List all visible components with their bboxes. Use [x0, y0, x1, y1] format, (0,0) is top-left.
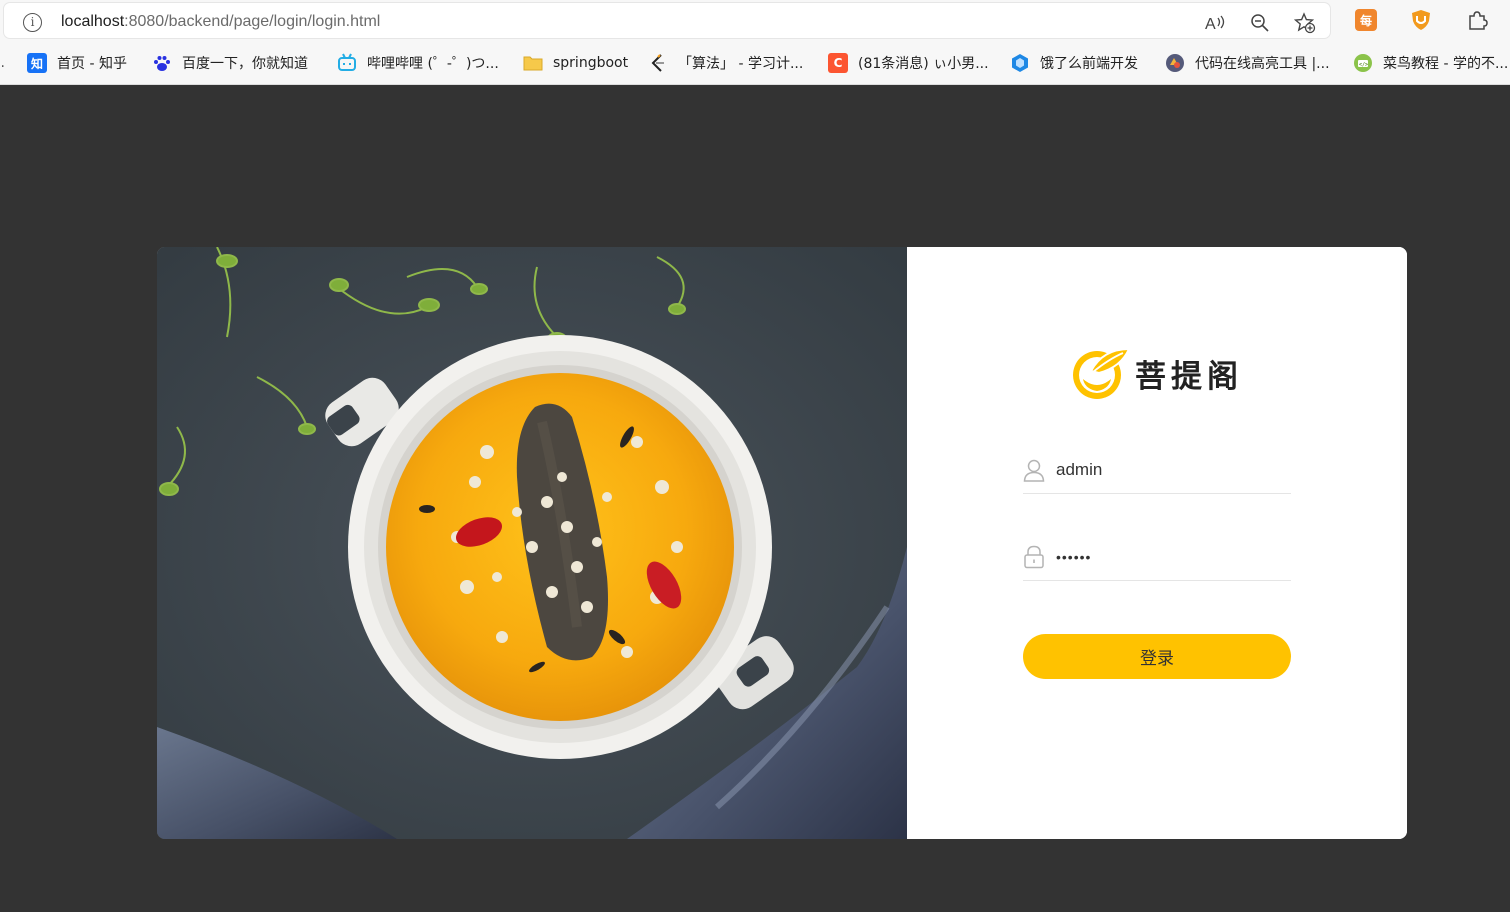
bookmark-code-highlight[interactable]: 代码在线高亮工具 |...: [1165, 52, 1330, 74]
eleme-icon: [1010, 53, 1030, 73]
username-input[interactable]: [1056, 460, 1276, 480]
url-path: :8080/backend/page/login/login.html: [124, 13, 381, 30]
bookmark-label: 哔哩哔哩 (゜-゜)つ...: [367, 56, 499, 72]
read-aloud-icon[interactable]: A: [1204, 12, 1226, 34]
extension-shield-icon[interactable]: [1410, 9, 1432, 31]
bookmark-eleme[interactable]: 饿了么前端开发: [1010, 52, 1138, 74]
url-host: localhost: [61, 13, 125, 30]
extensions-puzzle-icon[interactable]: [1466, 9, 1488, 31]
baidu-icon: [152, 53, 172, 73]
password-input[interactable]: [1056, 549, 1276, 565]
bookmarks-bar: .. 知 首页 - 知乎 百度一下，你就知道 哔哩哔哩 (゜-゜)つ... sp…: [0, 42, 1510, 85]
login-form-panel: 菩提阁 登录: [907, 247, 1407, 839]
bookmark-runoob[interactable]: </> 菜鸟教程 - 学的不...: [1353, 52, 1508, 74]
bookmark-label: springboot: [553, 55, 629, 71]
svg-text:</>: </>: [1359, 62, 1368, 68]
bookmark-label: 菜鸟教程 - 学的不...: [1383, 56, 1509, 72]
bookmark-zhihu[interactable]: 知 首页 - 知乎: [27, 52, 127, 74]
browser-address-bar: i localhost:8080/backend/page/login/logi…: [0, 0, 1510, 42]
bookmark-baidu[interactable]: 百度一下，你就知道: [152, 52, 308, 74]
bookmark-overflow[interactable]: ..: [0, 52, 5, 74]
url-input[interactable]: i localhost:8080/backend/page/login/logi…: [4, 3, 1330, 38]
bookmark-label: 百度一下，你就知道: [182, 56, 308, 72]
leetcode-icon: [648, 53, 668, 73]
login-button[interactable]: 登录: [1023, 634, 1291, 679]
favorite-add-icon[interactable]: [1294, 12, 1316, 34]
user-icon: [1023, 459, 1045, 482]
folder-icon: [523, 53, 543, 73]
bookmark-label: 首页 - 知乎: [57, 56, 127, 72]
brand-leaf-bowl-icon: [1073, 347, 1131, 399]
bookmark-label: 饿了么前端开发: [1040, 56, 1138, 72]
password-field[interactable]: [1023, 534, 1291, 581]
extension-every-icon[interactable]: 每: [1355, 9, 1377, 31]
bookmark-bilibili[interactable]: 哔哩哔哩 (゜-゜)つ...: [337, 52, 499, 74]
bookmark-label: 「算法」 - 学习计...: [678, 56, 804, 72]
bookmark-folder-springboot[interactable]: springboot: [523, 52, 628, 74]
food-photo: [157, 247, 907, 839]
brand-logo: 菩提阁: [1069, 345, 1243, 401]
bilibili-icon: [337, 53, 357, 73]
bookmark-label: (81条消息) ぃ小男...: [858, 56, 989, 72]
code-highlight-icon: [1165, 53, 1185, 73]
login-card: 菩提阁 登录: [157, 247, 1407, 839]
bookmark-leetcode[interactable]: 「算法」 - 学习计...: [648, 52, 803, 74]
svg-text:A: A: [1205, 16, 1216, 33]
site-info-icon[interactable]: i: [23, 13, 42, 32]
runoob-icon: </>: [1353, 53, 1373, 73]
bookmark-label: 代码在线高亮工具 |...: [1195, 56, 1330, 72]
url-text[interactable]: localhost:8080/backend/page/login/login.…: [61, 13, 380, 31]
zoom-out-icon[interactable]: [1249, 12, 1271, 34]
lock-icon: [1024, 545, 1044, 569]
username-field[interactable]: [1023, 447, 1291, 494]
csdn-icon: C: [828, 53, 848, 73]
brand-name: 菩提阁: [1135, 358, 1243, 395]
extension-every-glyph: 每: [1359, 13, 1372, 28]
bookmark-csdn[interactable]: C (81条消息) ぃ小男...: [828, 52, 989, 74]
zhihu-icon: 知: [27, 53, 47, 73]
